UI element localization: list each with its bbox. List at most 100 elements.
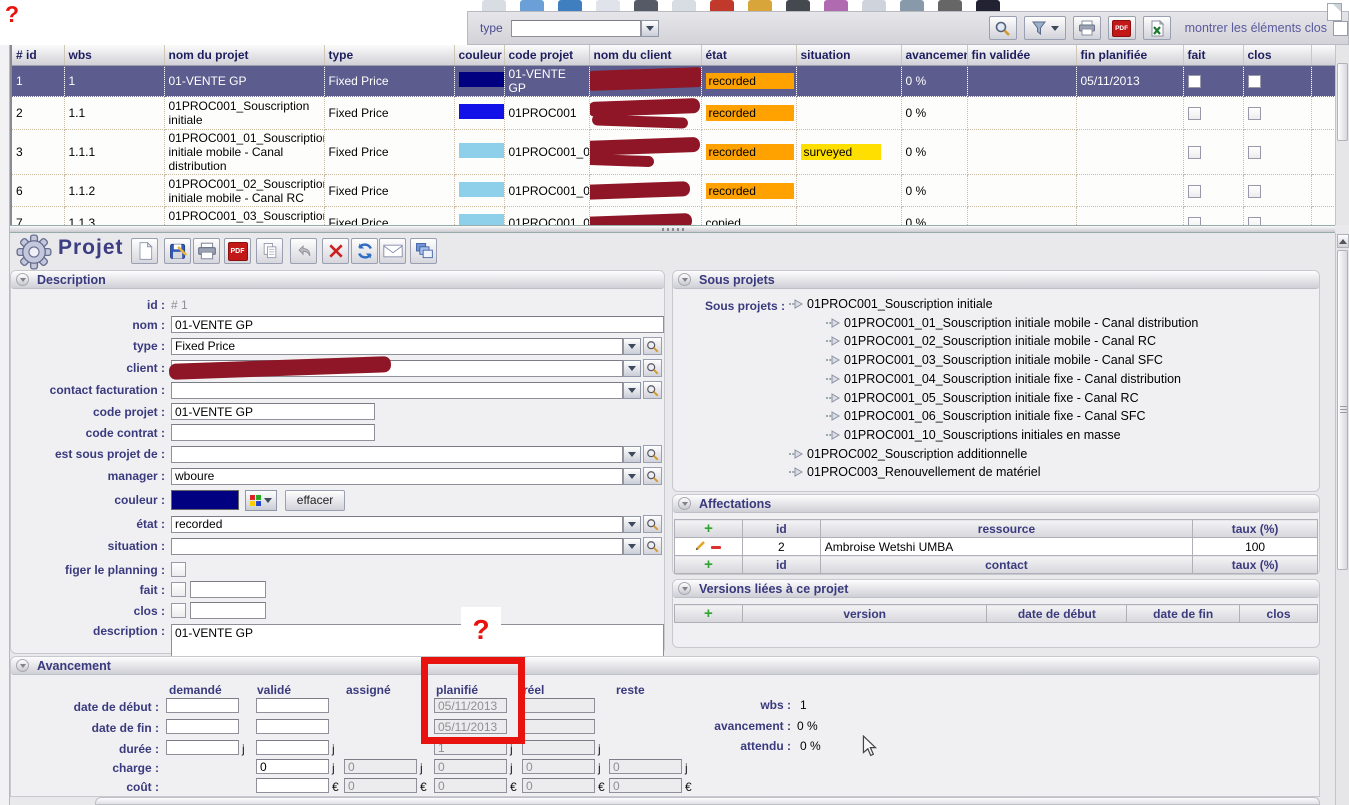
detail-scrollbar-thumb[interactable] — [1337, 250, 1348, 570]
add-contact-button[interactable]: + — [704, 556, 713, 573]
clos-checkbox[interactable] — [1248, 185, 1261, 198]
fait-checkbox[interactable] — [171, 582, 186, 597]
clos-date-input[interactable] — [190, 602, 266, 619]
effacer-button[interactable]: effacer — [285, 490, 345, 511]
remove-icon[interactable] — [711, 546, 721, 549]
etat-input[interactable] — [171, 516, 623, 533]
contact-search-button[interactable] — [643, 381, 662, 399]
type-filter-dropdown-button[interactable] — [641, 20, 659, 37]
collapse-chevron-icon[interactable] — [678, 582, 691, 595]
versions-panel-header[interactable]: Versions liées à ce projet — [673, 580, 1319, 598]
save-button[interactable] — [164, 238, 191, 264]
table-row[interactable]: 7 1.1.3 01PROC001_03_Souscription initia… — [12, 207, 1335, 226]
est-sous-projet-input[interactable] — [171, 446, 623, 463]
col-code-projet[interactable]: code projet — [504, 45, 589, 66]
copy-button[interactable] — [256, 238, 283, 264]
pdf-export-button[interactable]: PDF — [224, 238, 251, 264]
col-avancement[interactable]: avancement — [901, 45, 967, 66]
code-contrat-input[interactable] — [171, 424, 375, 441]
print-button[interactable] — [193, 238, 220, 264]
affectations-panel-header[interactable]: Affectations — [673, 495, 1319, 513]
manager-search-button[interactable] — [643, 467, 662, 485]
description-panel-header[interactable]: Description — [11, 271, 664, 289]
debut-valide-input[interactable] — [256, 698, 329, 713]
collapse-chevron-icon[interactable] — [678, 273, 691, 286]
type-input[interactable] — [171, 338, 623, 355]
print-button[interactable] — [1073, 16, 1101, 40]
new-button[interactable] — [131, 238, 158, 264]
cout-valide-input[interactable] — [256, 778, 329, 793]
table-row[interactable]: 6 1.1.2 01PROC001_02_Souscription initia… — [12, 175, 1335, 207]
clos-checkbox[interactable] — [1248, 217, 1261, 225]
col-type[interactable]: type — [324, 45, 454, 66]
manager-dropdown-button[interactable] — [623, 468, 641, 485]
clos-checkbox[interactable] — [1248, 107, 1261, 120]
sous-projet-item[interactable]: 01PROC002_Souscription additionnelle — [788, 447, 1027, 461]
type-dropdown-button[interactable] — [623, 338, 641, 355]
etat-dropdown-button[interactable] — [623, 516, 641, 533]
fait-checkbox[interactable] — [1188, 75, 1201, 88]
sous-projet-search-button[interactable] — [643, 445, 662, 463]
col-wbs[interactable]: wbs — [64, 45, 164, 66]
duree-demande-input[interactable] — [166, 740, 239, 755]
table-row-selected[interactable]: 1 1 01-VENTE GP Fixed Price 01-VENTE GP … — [12, 66, 1335, 97]
contact-facturation-input[interactable] — [171, 382, 623, 399]
add-version-button[interactable]: + — [704, 605, 713, 622]
col-couleur[interactable]: couleur — [454, 45, 504, 66]
horizontal-splitter[interactable] — [10, 225, 1335, 233]
fait-checkbox[interactable] — [1188, 185, 1201, 198]
cascade-windows-button[interactable] — [410, 238, 437, 264]
code-projet-input[interactable] — [171, 403, 375, 420]
charge-valide-input[interactable] — [256, 759, 329, 774]
table-row[interactable]: 2 1.1 01PROC001_Souscription initiale Fi… — [12, 97, 1335, 130]
situation-input[interactable] — [171, 538, 623, 555]
sous-projet-item[interactable]: 01PROC001_05_Souscription initiale fixe … — [825, 391, 1139, 405]
type-filter-input[interactable] — [511, 20, 641, 37]
fin-valide-input[interactable] — [256, 719, 329, 734]
debut-demande-input[interactable] — [166, 698, 239, 713]
refresh-button[interactable] — [351, 238, 378, 264]
page-corner-icon[interactable] — [1327, 3, 1342, 21]
sous-projets-panel-header[interactable]: Sous projets — [673, 271, 1319, 289]
fait-checkbox[interactable] — [1188, 217, 1201, 225]
clos-checkbox[interactable] — [171, 603, 186, 618]
sous-projet-item[interactable]: 01PROC001_06_Souscription initiale fixe … — [825, 409, 1146, 423]
color-picker-button[interactable] — [245, 490, 277, 511]
pdf-export-button[interactable]: PDF — [1108, 16, 1136, 40]
col-situation[interactable]: situation — [796, 45, 901, 66]
excel-export-button[interactable] — [1143, 16, 1171, 40]
col-fait[interactable]: fait — [1183, 45, 1243, 66]
collapse-chevron-icon[interactable] — [16, 659, 29, 672]
contact-dropdown-button[interactable] — [623, 382, 641, 399]
avancement-panel-header[interactable]: Avancement — [11, 657, 1319, 675]
delete-button[interactable] — [322, 238, 349, 264]
col-nom-projet[interactable]: nom du projet — [164, 45, 324, 66]
sous-projet-item[interactable]: 01PROC001_04_Souscription initiale fixe … — [825, 372, 1181, 386]
col-etat[interactable]: état — [701, 45, 796, 66]
fin-demande-input[interactable] — [166, 719, 239, 734]
col-fin-planifiee[interactable]: fin planifiée — [1076, 45, 1183, 66]
filter-button[interactable] — [1024, 16, 1066, 40]
sous-projet-item[interactable]: 01PROC001_01_Souscription initiale mobil… — [825, 316, 1198, 330]
nom-input[interactable] — [171, 316, 664, 333]
col-nom-client[interactable]: nom du client — [589, 45, 701, 66]
figer-planning-checkbox[interactable] — [171, 562, 186, 577]
fait-checkbox[interactable] — [1188, 107, 1201, 120]
sous-projet-item[interactable]: 01PROC001_03_Souscription initiale mobil… — [825, 353, 1163, 367]
collapse-chevron-icon[interactable] — [678, 497, 691, 510]
clos-checkbox[interactable] — [1248, 146, 1261, 159]
sous-projet-item[interactable]: 01PROC003_Renouvellement de matériel — [788, 465, 1040, 479]
client-search-button[interactable] — [643, 359, 662, 377]
client-dropdown-button[interactable] — [623, 360, 641, 377]
edit-pencil-icon[interactable] — [695, 539, 707, 551]
fait-date-input[interactable] — [190, 581, 266, 598]
mail-button[interactable] — [379, 238, 406, 264]
col-fin-validee[interactable]: fin validée — [967, 45, 1076, 66]
col-id[interactable]: # id — [12, 45, 64, 66]
clos-checkbox[interactable] — [1248, 75, 1261, 88]
table-row[interactable]: 3 1.1.1 01PROC001_01_Souscription initia… — [12, 130, 1335, 175]
manager-input[interactable] — [171, 468, 623, 485]
col-clos[interactable]: clos — [1243, 45, 1311, 66]
situation-search-button[interactable] — [643, 537, 662, 555]
sous-projet-item[interactable]: 01PROC001_Souscription initiale — [788, 297, 993, 311]
